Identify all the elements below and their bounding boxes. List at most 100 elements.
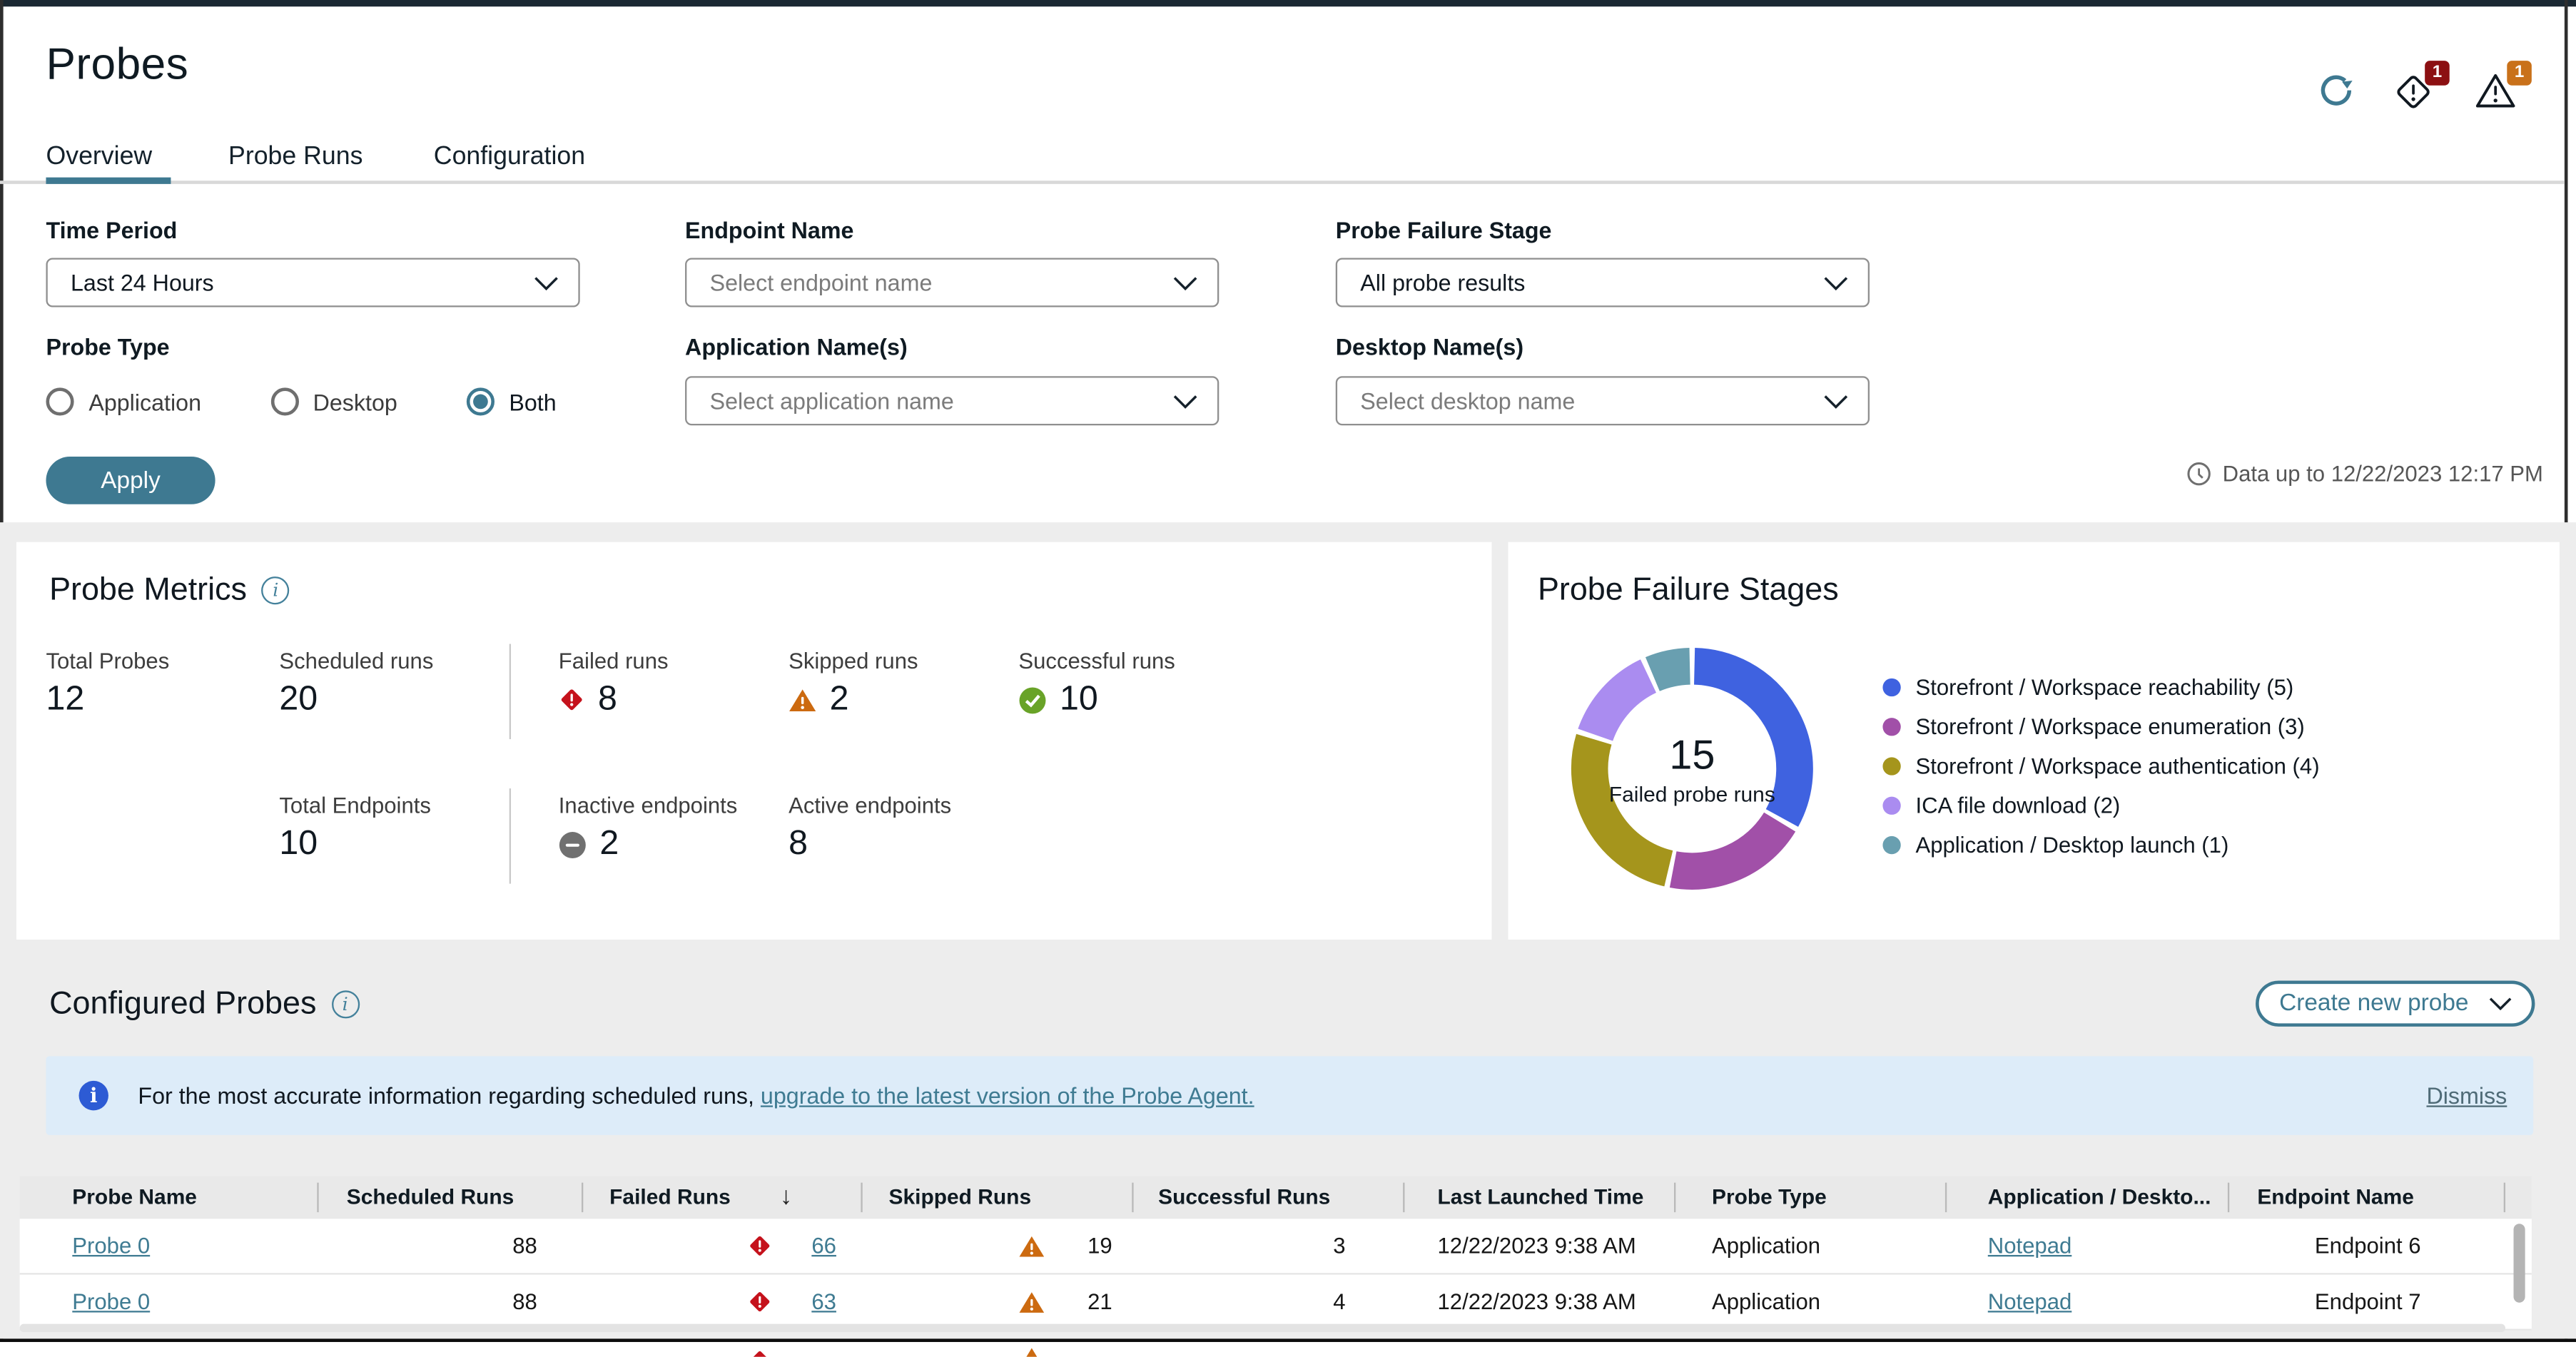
chevron-down-icon [2488, 997, 2511, 1010]
skipped-runs-cell: 21 [863, 1289, 1134, 1314]
legend-dot-icon [1882, 756, 1901, 775]
scheduled-runs-cell: 88 [512, 1289, 537, 1314]
legend-dot-icon [1882, 716, 1901, 736]
legend-label: Application / Desktop launch (1) [1915, 832, 2229, 857]
page-title: Probes [46, 39, 189, 89]
failed-runs-link[interactable]: 66 [811, 1234, 836, 1259]
active-tab-indicator [46, 177, 171, 184]
donut-segment [1669, 812, 1796, 890]
failed-runs-cell: 66 [583, 1232, 862, 1260]
metric-value: 10 [1018, 680, 1098, 719]
desktop-names-dropdown[interactable]: Select desktop name [1335, 376, 1870, 426]
upgrade-info-banner: i For the most accurate information rega… [46, 1056, 2534, 1135]
table-row: Probe 0 88 63 21 4 12/22/2023 9:38 AM Ap… [19, 1274, 2532, 1331]
endpoint-name-cell: Endpoint 7 [2314, 1289, 2421, 1314]
probe-failure-stage-dropdown[interactable]: All probe results [1335, 258, 1870, 308]
donut-legend: Storefront / Workspace reachability (5) S… [1882, 674, 2320, 857]
upgrade-link[interactable]: upgrade to the latest version of the Pro… [761, 1082, 1254, 1109]
last-launched-cell: 12/22/2023 9:38 AM [1437, 1234, 1636, 1259]
radio-circle [270, 387, 298, 416]
desktop-names-placeholder: Select desktop name [1360, 387, 1576, 415]
application-link[interactable]: Notepad [1988, 1289, 2072, 1314]
metric-label: Skipped runs [788, 649, 918, 674]
partial-table-row [748, 1346, 1076, 1357]
scheduled-runs-cell: 88 [512, 1234, 537, 1259]
error-alert-icon[interactable]: 1 [2392, 61, 2450, 113]
configured-probes-title: Configured Probes [49, 985, 317, 1022]
configured-probes-table: Probe Name Scheduled Runs Failed Runs ↓ S… [19, 1176, 2532, 1331]
tab-probe-runs[interactable]: Probe Runs [228, 143, 362, 172]
info-filled-icon: i [78, 1080, 108, 1111]
probe-metrics-title: Probe Metrics [49, 571, 248, 608]
probe-name-link[interactable]: Probe 0 [72, 1234, 150, 1259]
radio-circle [46, 387, 74, 416]
legend-item: ICA file download (2) [1882, 793, 2319, 817]
application-names-label: Application Name(s) [685, 333, 908, 360]
chevron-down-icon [1824, 394, 1848, 408]
legend-label: Storefront / Workspace authentication (4… [1915, 753, 2320, 778]
tab-configuration[interactable]: Configuration [434, 143, 585, 172]
col-probe-name: Probe Name [20, 1182, 319, 1213]
donut-segment [1578, 659, 1657, 742]
failed-diamond-icon [750, 1292, 770, 1312]
legend-dot-icon [1882, 796, 1901, 814]
probe-metrics-card: Probe Metrics i Total Probes 12 Schedule… [16, 542, 1492, 940]
create-new-probe-button[interactable]: Create new probe [2256, 980, 2535, 1027]
col-failed-runs[interactable]: Failed Runs ↓ [583, 1182, 863, 1213]
chevron-down-icon [1173, 276, 1197, 290]
time-period-label: Time Period [46, 216, 178, 243]
horizontal-scrollbar-track[interactable] [19, 1323, 2505, 1333]
failed-runs-link[interactable]: 63 [811, 1289, 836, 1314]
col-skipped-runs: Skipped Runs [863, 1182, 1134, 1213]
dismiss-link[interactable]: Dismiss [2426, 1082, 2507, 1109]
tab-overview[interactable]: Overview [46, 143, 152, 172]
endpoint-name-cell: Endpoint 6 [2314, 1234, 2421, 1259]
legend-item: Storefront / Workspace enumeration (3) [1882, 713, 2319, 738]
success-check-icon [1019, 686, 1046, 713]
failed-diamond-icon [750, 1236, 770, 1256]
skipped-triangle-icon [1026, 1348, 1038, 1357]
endpoint-name-label: Endpoint Name [685, 216, 854, 243]
legend-label: Storefront / Workspace enumeration (3) [1915, 713, 2305, 738]
chevron-down-icon [534, 276, 558, 290]
col-last-launched-time: Last Launched Time [1404, 1182, 1676, 1213]
metric-value: 2 [559, 825, 619, 864]
radio-application[interactable]: Application [46, 387, 201, 416]
metric-label: Failed runs [558, 649, 669, 674]
time-period-dropdown[interactable]: Last 24 Hours [46, 258, 580, 308]
probe-failure-stage-value: All probe results [1360, 269, 1526, 296]
metric-label: Active endpoints [788, 793, 952, 818]
clock-icon [2187, 462, 2211, 486]
data-up-to: Data up to 12/22/2023 12:17 PM [2186, 462, 2543, 486]
refresh-icon[interactable] [2316, 71, 2359, 113]
vertical-scrollbar-thumb[interactable] [2513, 1224, 2525, 1303]
metric-value: 12 [46, 680, 85, 718]
metric-value: 10 [279, 824, 318, 863]
inactive-minus-icon [559, 830, 586, 858]
metrics-divider [509, 788, 512, 884]
skipped-triangle-icon [1019, 1235, 1045, 1256]
radio-both[interactable]: Both [466, 387, 557, 416]
application-names-dropdown[interactable]: Select application name [685, 376, 1219, 426]
error-badge: 1 [2425, 61, 2450, 86]
sort-desc-icon[interactable]: ↓ [780, 1183, 792, 1212]
metric-value: 2 [788, 680, 849, 719]
legend-label: Storefront / Workspace reachability (5) [1915, 674, 2294, 699]
radio-desktop[interactable]: Desktop [270, 387, 397, 416]
apply-button[interactable]: Apply [46, 457, 215, 504]
time-period-value: Last 24 Hours [70, 269, 214, 296]
endpoint-name-dropdown[interactable]: Select endpoint name [685, 258, 1219, 308]
info-icon[interactable]: i [331, 990, 360, 1019]
application-link[interactable]: Notepad [1988, 1234, 2072, 1259]
probe-type-label: Probe Type [46, 333, 170, 360]
metric-label: Total Endpoints [279, 793, 431, 818]
legend-item: Storefront / Workspace reachability (5) [1882, 674, 2319, 699]
probe-failure-stages-title: Probe Failure Stages [1537, 571, 1839, 608]
warning-alert-icon[interactable]: 1 [2474, 61, 2532, 113]
info-icon[interactable]: i [261, 576, 290, 605]
probe-name-link[interactable]: Probe 0 [72, 1289, 150, 1314]
window-top-border [0, 0, 2576, 7]
col-scrollbar-gutter [2505, 1183, 2532, 1212]
table-row: Probe 0 88 66 19 3 12/22/2023 9:38 AM Ap… [19, 1219, 2532, 1275]
metric-label: Successful runs [1018, 649, 1175, 674]
